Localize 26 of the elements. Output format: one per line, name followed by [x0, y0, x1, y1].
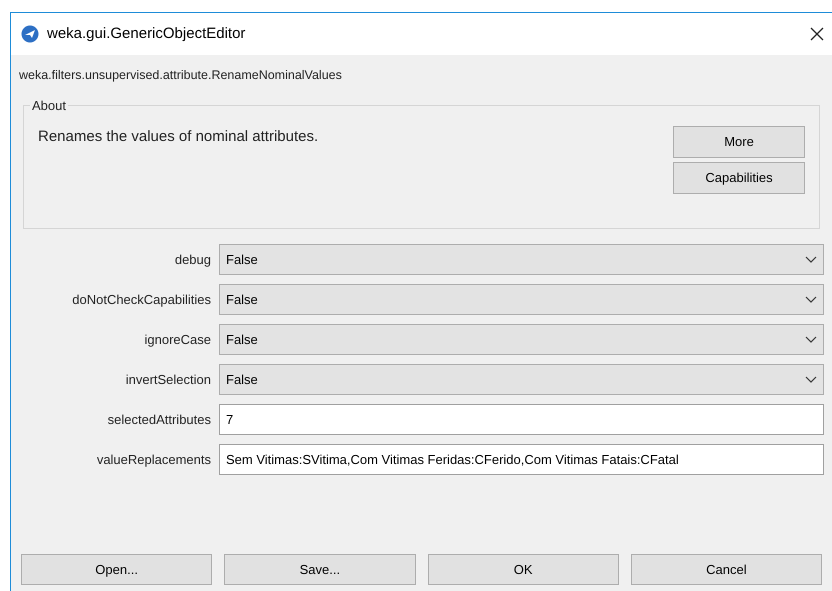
dialog-button[interactable]: Open...: [21, 554, 212, 585]
window-title: weka.gui.GenericObjectEditor: [47, 24, 246, 44]
about-button[interactable]: Capabilities: [673, 162, 805, 194]
property-label: selectedAttributes: [108, 410, 211, 429]
property-label: valueReplacements: [96, 450, 211, 469]
chevron-down-icon: [805, 256, 817, 264]
dialog-button[interactable]: OK: [428, 554, 619, 585]
chevron-down-icon: [805, 376, 817, 384]
chevron-down-icon: [805, 336, 817, 344]
dialog-button[interactable]: Cancel: [630, 554, 822, 585]
chevron-down-icon: [805, 296, 817, 304]
dropdown[interactable]: False: [219, 364, 824, 395]
property-label: invertSelection: [126, 370, 211, 389]
about-button[interactable]: More: [673, 126, 805, 158]
input-field[interactable]: 7: [219, 404, 824, 435]
property-label: doNotCheckCapabilities: [72, 290, 211, 309]
dialog-button[interactable]: Save...: [224, 554, 416, 585]
input-field[interactable]: Sem Vitimas:SVitima,Com Vitimas Feridas:CFerido,Com Vitimas Fatais:CFatal: [219, 444, 824, 475]
dropdown[interactable]: False: [219, 284, 824, 315]
class-name: weka.filters.unsupervised.attribute.RenameNominalValues: [19, 68, 342, 82]
dropdown[interactable]: False: [219, 244, 824, 275]
close-icon[interactable]: [810, 27, 824, 41]
property-label: debug: [174, 250, 211, 269]
dropdown[interactable]: False: [219, 324, 824, 355]
property-label: ignoreCase: [144, 330, 211, 349]
description-text: Renames the values of nominal attributes.: [38, 127, 318, 147]
